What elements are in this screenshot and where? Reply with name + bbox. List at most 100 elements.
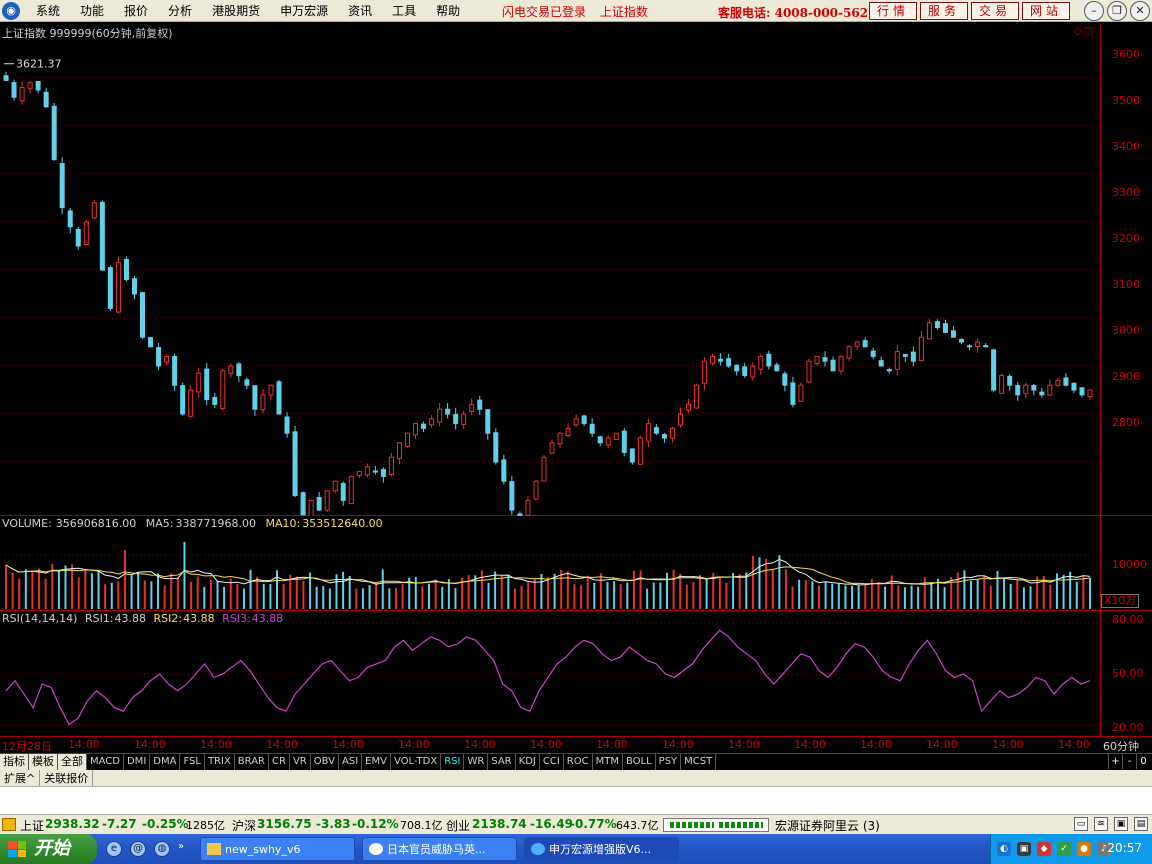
candle-body[interactable] bbox=[123, 258, 129, 281]
candle-body[interactable] bbox=[356, 471, 362, 476]
candle-body[interactable] bbox=[300, 492, 306, 516]
candle-body[interactable] bbox=[862, 340, 868, 348]
candle-body[interactable] bbox=[686, 403, 692, 411]
candle-body[interactable] bbox=[1015, 385, 1021, 396]
candle-body[interactable] bbox=[774, 364, 780, 372]
app-logo-icon[interactable]: ◉ bbox=[2, 1, 20, 20]
candle-body[interactable] bbox=[453, 413, 459, 425]
menu-help[interactable]: 帮助 bbox=[426, 2, 470, 19]
candle-body[interactable] bbox=[734, 364, 740, 372]
candle-body[interactable] bbox=[999, 375, 1005, 394]
candle-body[interactable] bbox=[726, 358, 732, 367]
tab-wr[interactable]: WR bbox=[464, 754, 489, 770]
lock-icon[interactable] bbox=[2, 818, 16, 831]
candle-body[interactable] bbox=[1055, 379, 1061, 386]
start-button[interactable]: 开始 bbox=[0, 834, 97, 864]
taskbar-item-trading-app[interactable]: 申万宏源增强版V6... bbox=[524, 837, 679, 861]
sh-index-name[interactable]: 上证 bbox=[20, 817, 44, 834]
candle-body[interactable] bbox=[918, 336, 924, 362]
candle-body[interactable] bbox=[975, 341, 981, 348]
candle-body[interactable] bbox=[3, 75, 9, 81]
candle-body[interactable] bbox=[35, 80, 41, 91]
tab-emv[interactable]: EMV bbox=[362, 754, 391, 770]
candle-body[interactable] bbox=[710, 355, 716, 364]
login-notice[interactable]: 闪电交易已登录 bbox=[502, 5, 586, 19]
candle-body[interactable] bbox=[284, 416, 290, 434]
candle-body[interactable] bbox=[549, 442, 555, 454]
candle-body[interactable] bbox=[782, 373, 788, 386]
candle-body[interactable] bbox=[308, 499, 314, 516]
menu-quote[interactable]: 报价 bbox=[114, 2, 158, 19]
tab-rsi[interactable]: RSI bbox=[441, 754, 465, 770]
candle-body[interactable] bbox=[581, 415, 587, 425]
tab-cci[interactable]: CCI bbox=[539, 754, 564, 770]
candle-body[interactable] bbox=[324, 490, 330, 511]
candle-body[interactable] bbox=[172, 355, 178, 386]
candle-body[interactable] bbox=[348, 475, 354, 505]
tab-related-quote[interactable]: 关联报价 bbox=[40, 770, 94, 786]
more-icon[interactable]: » bbox=[178, 841, 184, 857]
candle-body[interactable] bbox=[107, 267, 113, 309]
candle-body[interactable] bbox=[1007, 375, 1013, 386]
tab-cr[interactable]: CR bbox=[269, 754, 290, 770]
candle-body[interactable] bbox=[541, 456, 547, 482]
candle-body[interactable] bbox=[894, 351, 900, 370]
tab-asi[interactable]: ASI bbox=[339, 754, 363, 770]
candle-body[interactable] bbox=[11, 82, 17, 98]
candle-body[interactable] bbox=[228, 365, 234, 374]
candle-body[interactable] bbox=[372, 470, 378, 473]
candle-body[interactable] bbox=[959, 338, 965, 343]
browser-icon[interactable]: ◍ bbox=[154, 841, 170, 857]
chat-icon[interactable]: ● bbox=[1077, 842, 1091, 856]
candle-body[interactable] bbox=[942, 323, 948, 333]
candle-body[interactable] bbox=[252, 385, 258, 410]
wifi-icon[interactable]: ≋ bbox=[1094, 817, 1108, 831]
tab-dmi[interactable]: DMI bbox=[123, 754, 151, 770]
tab-psy[interactable]: PSY bbox=[655, 754, 682, 770]
display-icon[interactable]: ▣ bbox=[1017, 842, 1031, 856]
tab-extension[interactable]: 扩展^ bbox=[0, 770, 41, 786]
tab-brar[interactable]: BRAR bbox=[234, 754, 269, 770]
service-button[interactable]: 服务 bbox=[920, 2, 968, 20]
candle-body[interactable] bbox=[421, 423, 427, 429]
tab-boll[interactable]: BOLL bbox=[622, 754, 656, 770]
candle-body[interactable] bbox=[27, 82, 33, 89]
tab-indicator[interactable]: 指标 bbox=[0, 754, 29, 770]
quote-button[interactable]: 行情 bbox=[869, 2, 917, 20]
candlestick-chart[interactable]: 3621.372638.30 bbox=[0, 24, 1152, 516]
candle-body[interactable] bbox=[525, 499, 531, 516]
candle-body[interactable] bbox=[806, 360, 812, 383]
candle-body[interactable] bbox=[99, 201, 105, 271]
candle-body[interactable] bbox=[212, 396, 218, 405]
tab-remove-button[interactable]: - bbox=[1122, 754, 1136, 769]
candle-body[interactable] bbox=[533, 480, 539, 500]
candle-body[interactable] bbox=[934, 321, 940, 329]
candle-body[interactable] bbox=[742, 366, 748, 377]
candle-body[interactable] bbox=[396, 442, 402, 459]
candle-body[interactable] bbox=[653, 427, 659, 434]
candle-body[interactable] bbox=[364, 466, 370, 476]
candle-body[interactable] bbox=[870, 350, 876, 357]
rsi-chart[interactable] bbox=[0, 611, 1152, 737]
tab-macd[interactable]: MACD bbox=[87, 754, 124, 770]
tab-all[interactable]: 全部 bbox=[58, 754, 87, 770]
candle-body[interactable] bbox=[380, 469, 386, 477]
candle-body[interactable] bbox=[469, 403, 475, 413]
candle-body[interactable] bbox=[180, 385, 186, 415]
candle-body[interactable] bbox=[605, 437, 611, 446]
tab-vol-tdx[interactable]: VOL-TDX bbox=[390, 754, 442, 770]
candle-body[interactable] bbox=[91, 202, 97, 219]
candle-body[interactable] bbox=[131, 278, 137, 295]
candle-body[interactable] bbox=[437, 408, 443, 423]
ie-icon[interactable]: e bbox=[106, 841, 122, 857]
candle-body[interactable] bbox=[838, 355, 844, 372]
candle-body[interactable] bbox=[597, 436, 603, 444]
candle-body[interactable] bbox=[340, 483, 346, 501]
candle-body[interactable] bbox=[501, 459, 507, 482]
candle-body[interactable] bbox=[991, 349, 997, 391]
candle-body[interactable] bbox=[983, 345, 989, 348]
menu-analysis[interactable]: 分析 bbox=[158, 2, 202, 19]
candle-body[interactable] bbox=[1023, 384, 1029, 394]
candle-body[interactable] bbox=[669, 427, 675, 439]
restore-icon[interactable]: ❐ bbox=[1107, 1, 1127, 21]
